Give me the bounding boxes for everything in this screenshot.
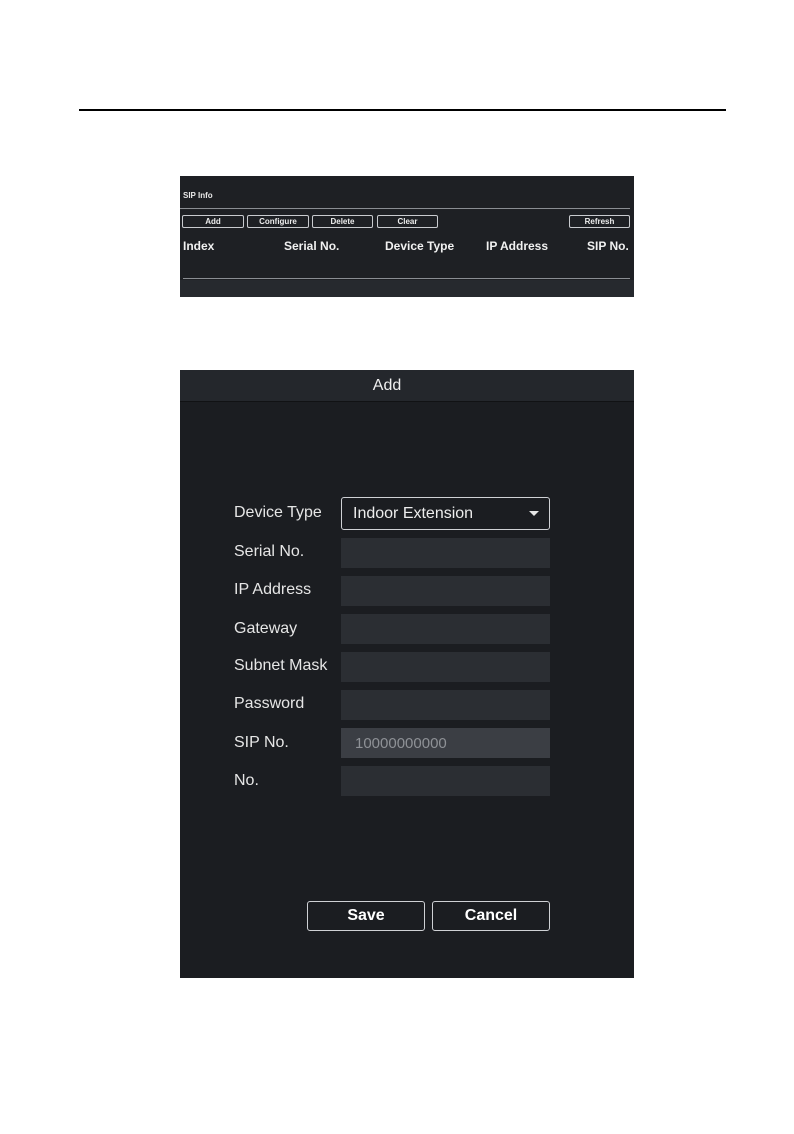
column-header-ip-address[interactable]: IP Address — [486, 239, 548, 253]
page-header-rule — [79, 109, 726, 111]
device-type-label: Device Type — [234, 504, 322, 521]
column-header-sip-no[interactable]: SIP No. — [587, 239, 629, 253]
dialog-header: Add — [180, 370, 634, 401]
clear-button[interactable]: Clear — [377, 215, 438, 228]
save-button[interactable]: Save — [307, 901, 425, 931]
column-header-index[interactable]: Index — [183, 239, 214, 253]
sip-info-title: SIP Info — [183, 191, 213, 200]
column-header-device-type[interactable]: Device Type — [385, 239, 454, 253]
subnet-mask-label: Subnet Mask — [234, 657, 328, 674]
sip-no-label: SIP No. — [234, 734, 289, 751]
table-header-divider — [183, 278, 630, 279]
ip-address-input[interactable] — [341, 576, 550, 606]
refresh-button[interactable]: Refresh — [569, 215, 630, 228]
add-device-dialog: Add Device Type Indoor Extension Serial … — [180, 370, 634, 978]
dialog-title: Add — [372, 377, 402, 394]
sip-info-divider — [180, 208, 630, 209]
ip-address-label: IP Address — [234, 581, 312, 598]
sip-info-panel: SIP Info Add Configure Delete Clear Refr… — [180, 176, 634, 297]
delete-button[interactable]: Delete — [312, 215, 373, 228]
no-input[interactable] — [341, 766, 550, 796]
add-button[interactable]: Add — [182, 215, 244, 228]
device-type-value: Indoor Extension — [353, 505, 474, 522]
no-label: No. — [234, 772, 259, 789]
cancel-button[interactable]: Cancel — [432, 901, 550, 931]
configure-button[interactable]: Configure — [247, 215, 309, 228]
password-input[interactable] — [341, 690, 550, 720]
table-footer-bar — [180, 280, 634, 297]
gateway-label: Gateway — [234, 620, 298, 637]
column-header-serial-no[interactable]: Serial No. — [284, 239, 339, 253]
password-label: Password — [234, 695, 305, 712]
chevron-down-icon — [529, 511, 539, 516]
serial-no-input[interactable] — [341, 538, 550, 568]
device-type-select[interactable]: Indoor Extension — [341, 497, 550, 530]
subnet-mask-input[interactable] — [341, 652, 550, 682]
serial-no-label: Serial No. — [234, 543, 305, 560]
gateway-input[interactable] — [341, 614, 550, 644]
sip-no-input — [341, 728, 550, 758]
dialog-header-divider — [180, 401, 634, 402]
